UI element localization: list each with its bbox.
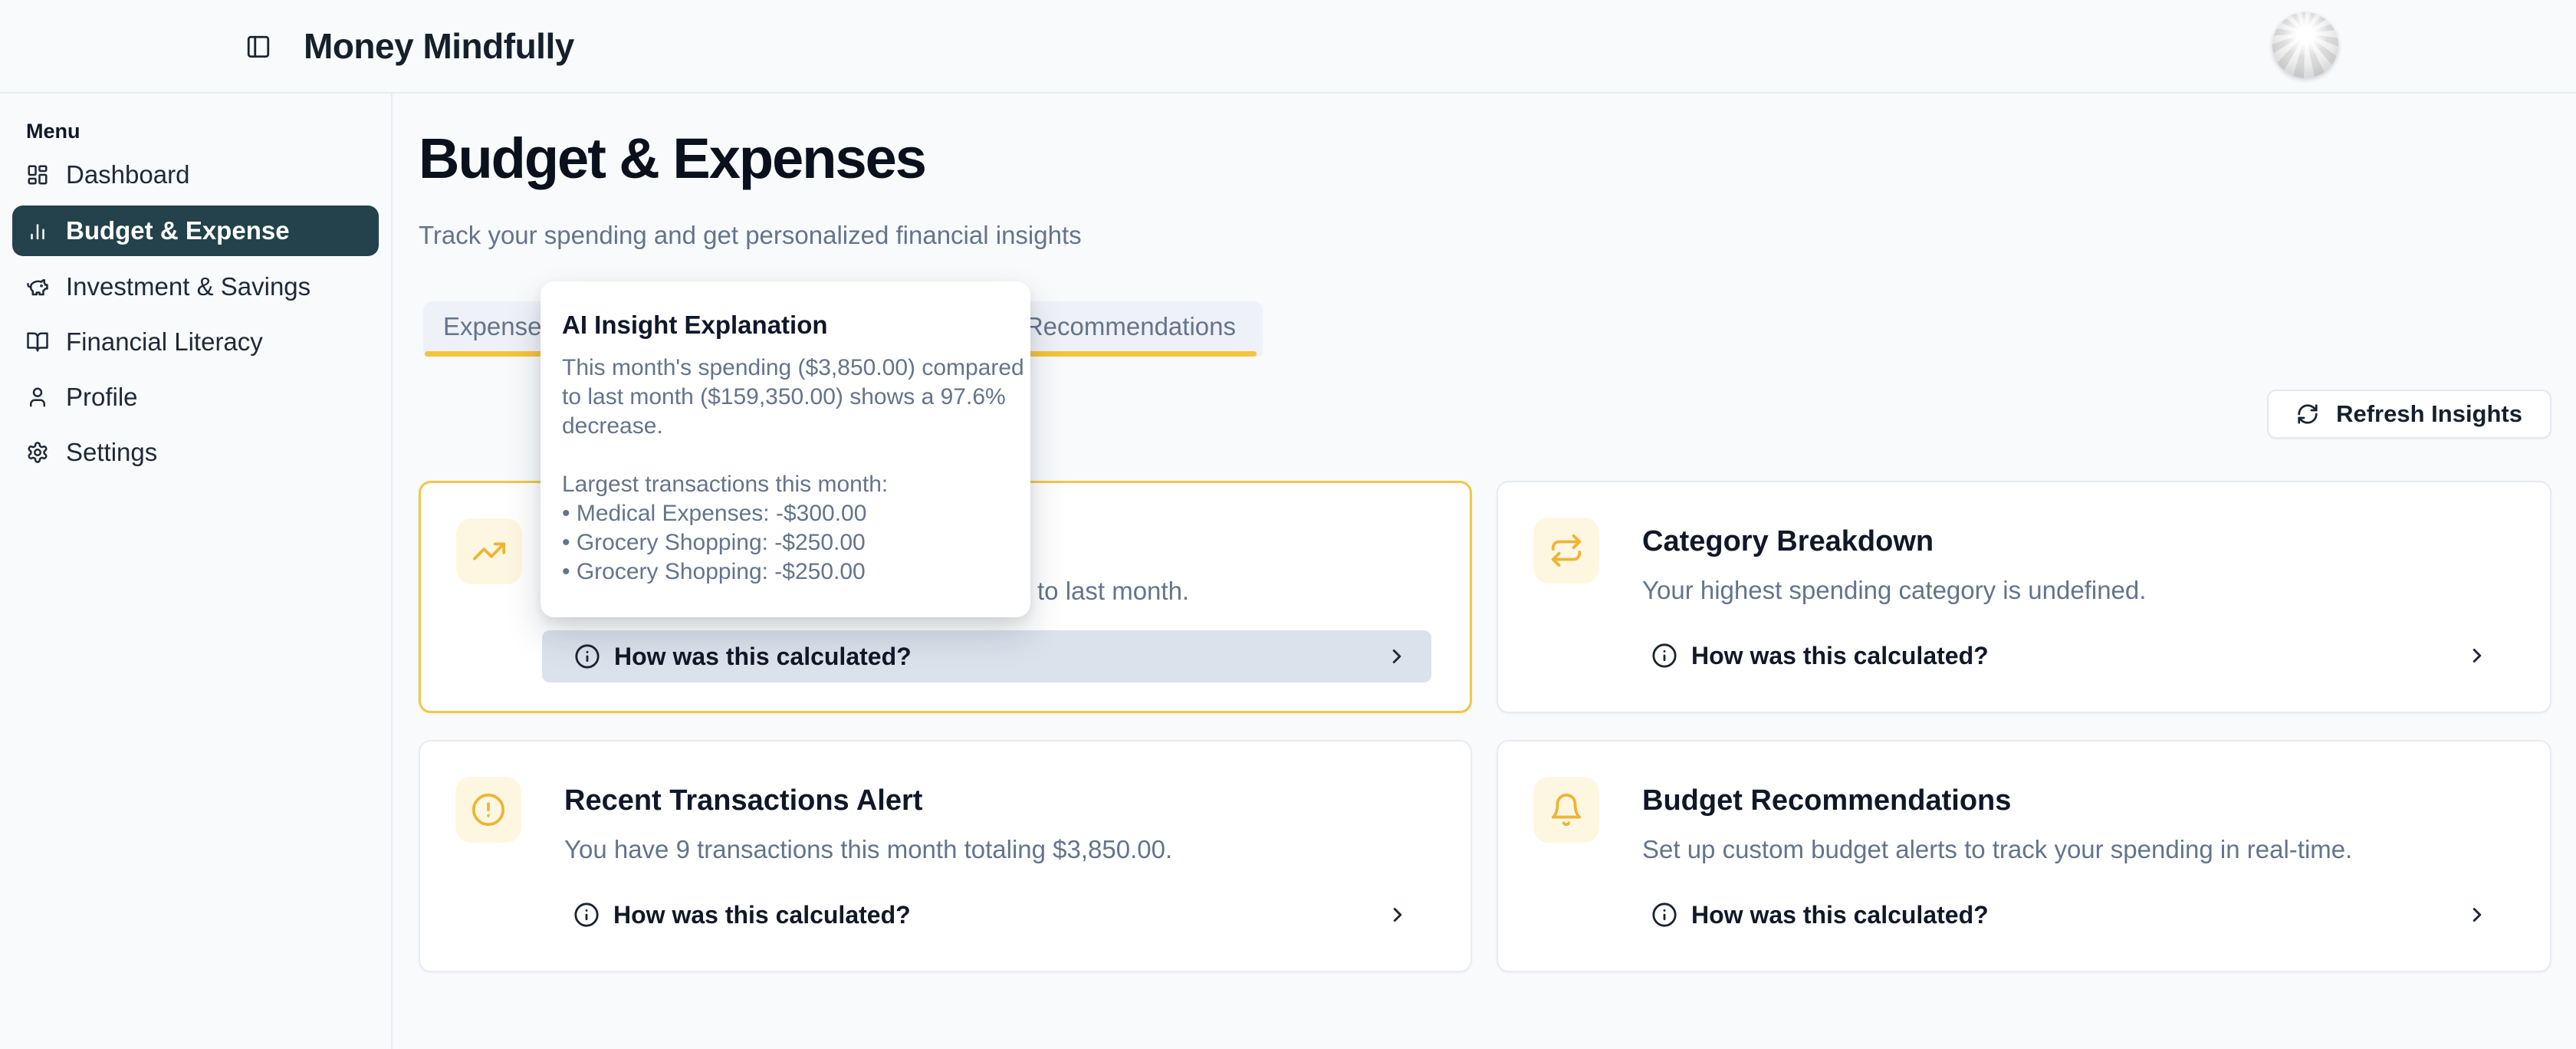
bell-icon <box>1549 792 1584 827</box>
category-breakdown-card: Category Breakdown Your highest spending… <box>1497 481 2551 713</box>
trending-up-icon <box>472 534 507 569</box>
page-title: Budget & Expenses <box>419 126 925 191</box>
user-avatar[interactable] <box>2272 12 2338 78</box>
sidebar-item-settings[interactable]: Settings <box>0 428 391 477</box>
how-calculated-label: How was this calculated? <box>1691 901 1989 929</box>
repeat-icon <box>1549 533 1584 568</box>
chevron-right-icon <box>2466 644 2489 667</box>
how-calculated-label: How was this calculated? <box>1691 642 1989 670</box>
info-icon <box>1651 902 1677 928</box>
sidebar-item-label: Settings <box>66 438 157 467</box>
ai-insight-popover: AI Insight Explanation This month's spen… <box>540 281 1030 617</box>
card-description: Set up custom budget alerts to track you… <box>1642 835 2352 864</box>
recent-transactions-card: Recent Transactions Alert You have 9 tra… <box>419 740 1472 972</box>
tab-label: ct Recommendations <box>998 312 1236 341</box>
popover-line: to last month ($159,350.00) shows a 97.6… <box>562 383 1009 412</box>
info-icon <box>574 643 600 669</box>
popover-line: decrease. <box>562 412 1009 441</box>
sidebar-item-label: Financial Literacy <box>66 327 263 357</box>
chevron-right-icon <box>2466 903 2489 926</box>
user-icon <box>26 386 49 409</box>
sidebar-item-investment-savings[interactable]: Investment & Savings <box>0 262 391 311</box>
panel-left-icon <box>245 34 271 60</box>
popover-line: • Medical Expenses: -$300.00 <box>562 499 1009 528</box>
popover-line: This month's spending ($3,850.00) compar… <box>562 354 1009 383</box>
book-open-icon <box>26 330 49 354</box>
refresh-label: Refresh Insights <box>2336 400 2522 428</box>
dashboard-icon <box>26 163 49 186</box>
alert-circle-icon <box>471 792 506 827</box>
sidebar-toggle-button[interactable] <box>236 25 281 69</box>
info-icon <box>573 902 600 928</box>
popover-line: Largest transactions this month: <box>562 470 1009 499</box>
info-icon <box>1651 643 1677 669</box>
app-header: Money Mindfully <box>0 0 2576 94</box>
how-calculated-label: How was this calculated? <box>613 901 911 929</box>
chevron-right-icon <box>1386 903 1409 926</box>
sidebar-menu-label: Menu <box>26 120 80 143</box>
refresh-icon <box>2296 403 2319 426</box>
card-title: Budget Recommendations <box>1642 784 2011 817</box>
repeat-icon-box <box>1533 518 1599 584</box>
alert-circle-icon-box <box>455 777 521 843</box>
sidebar: Menu Dashboard Budget & Expense Investme… <box>0 94 393 1049</box>
how-calculated-row-transactions[interactable]: How was this calculated? <box>541 889 1432 941</box>
card-description-fragment: to last month. <box>1037 577 1189 606</box>
sidebar-item-label: Investment & Savings <box>66 272 310 301</box>
sidebar-item-profile[interactable]: Profile <box>0 373 391 422</box>
bell-icon-box <box>1533 777 1599 843</box>
how-calculated-row-category[interactable]: How was this calculated? <box>1619 630 2512 682</box>
popover-line: • Grocery Shopping: -$250.00 <box>562 528 1009 557</box>
refresh-insights-button[interactable]: Refresh Insights <box>2267 390 2551 439</box>
how-calculated-row-spending[interactable]: How was this calculated? <box>542 630 1431 682</box>
sidebar-item-dashboard[interactable]: Dashboard <box>0 150 391 199</box>
card-title: Category Breakdown <box>1642 525 1934 558</box>
sidebar-item-financial-literacy[interactable]: Financial Literacy <box>0 317 391 367</box>
bar-chart-icon <box>26 219 49 242</box>
how-calculated-label: How was this calculated? <box>614 643 912 671</box>
popover-line <box>562 441 1009 470</box>
sidebar-item-label: Budget & Expense <box>66 216 290 245</box>
page-subtitle: Track your spending and get personalized… <box>419 221 1082 250</box>
card-description: You have 9 transactions this month total… <box>564 835 1172 864</box>
popover-line: • Grocery Shopping: -$250.00 <box>562 557 1009 587</box>
how-calculated-row-budget[interactable]: How was this calculated? <box>1619 889 2512 941</box>
card-description: Your highest spending category is undefi… <box>1642 576 2146 605</box>
sidebar-item-budget-expense[interactable]: Budget & Expense <box>12 206 379 256</box>
chevron-right-icon <box>1385 645 1408 668</box>
gear-icon <box>26 441 49 464</box>
piggy-bank-icon <box>26 275 49 298</box>
trending-up-icon-box <box>456 518 522 584</box>
popover-title: AI Insight Explanation <box>562 311 1009 340</box>
card-title: Recent Transactions Alert <box>564 784 922 817</box>
sidebar-item-label: Dashboard <box>66 160 189 189</box>
budget-recommendations-card: Budget Recommendations Set up custom bud… <box>1497 740 2551 972</box>
sidebar-nav: Dashboard Budget & Expense Investment & … <box>0 150 391 477</box>
sidebar-item-label: Profile <box>66 383 138 412</box>
app-title: Money Mindfully <box>304 0 574 92</box>
